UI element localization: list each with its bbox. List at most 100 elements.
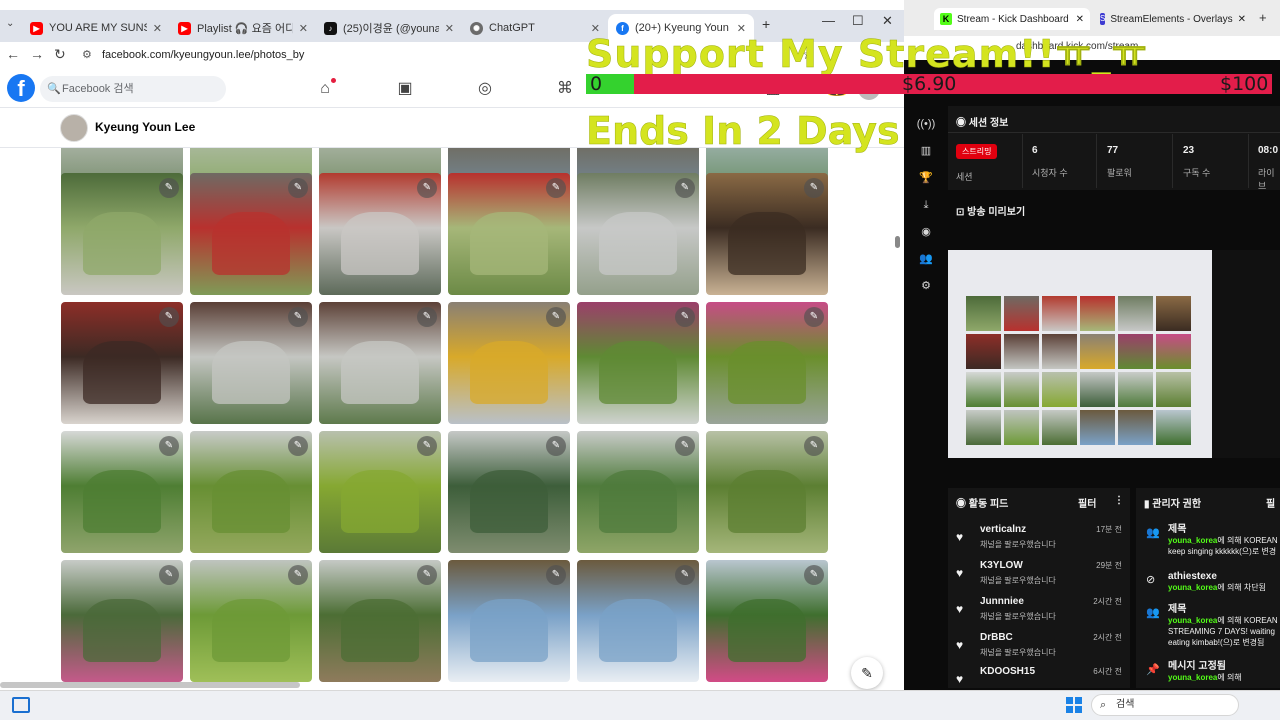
activity-item[interactable]: ♥ Junnniee 채널을 팔로우했습니다 2시간 전 bbox=[956, 596, 1126, 630]
edit-photo-icon[interactable]: ✎ bbox=[804, 307, 824, 327]
activity-filter-button[interactable]: 필터 bbox=[1078, 495, 1096, 510]
photo-tile[interactable]: ✎ bbox=[577, 560, 699, 682]
photo-tile[interactable]: ✎ bbox=[190, 560, 312, 682]
edit-photo-icon[interactable]: ✎ bbox=[159, 307, 179, 327]
analytics-icon[interactable]: ▥ bbox=[914, 139, 938, 163]
heart-icon: ♥ bbox=[956, 530, 964, 544]
photo-tile[interactable]: ✎ bbox=[448, 173, 570, 295]
start-square bbox=[1075, 697, 1082, 704]
tab-tiktok[interactable]: ♪ (25)이경윤 (@youna_korea ✕ bbox=[316, 14, 462, 42]
preview-thumbnail bbox=[1118, 334, 1153, 369]
tab-list-chevron-icon[interactable]: ⌄ bbox=[6, 18, 14, 29]
follower-name: Junnniee bbox=[980, 596, 1024, 607]
trophy-icon[interactable]: 🏆 bbox=[914, 166, 938, 190]
activity-item[interactable]: ♥ DrBBC 채널을 팔로우했습니다 2시간 전 bbox=[956, 632, 1126, 666]
vertical-scrollbar[interactable] bbox=[895, 236, 900, 248]
settings-icon[interactable]: ⚙ bbox=[914, 274, 938, 298]
new-tab-button[interactable]: + bbox=[1259, 10, 1267, 25]
edit-photo-icon[interactable]: ✎ bbox=[546, 178, 566, 198]
photo-tile[interactable]: ✎ bbox=[706, 560, 828, 682]
photo-tile[interactable]: ✎ bbox=[706, 173, 828, 295]
photo-tile[interactable]: ✎ bbox=[61, 560, 183, 682]
forward-icon[interactable]: → bbox=[30, 46, 44, 62]
task-view-icon[interactable] bbox=[12, 697, 30, 713]
edit-photo-icon[interactable]: ✎ bbox=[675, 178, 695, 198]
activity-item[interactable]: ♥ verticalnz 채널을 팔로우했습니다 17분 전 bbox=[956, 524, 1126, 558]
profile-avatar[interactable] bbox=[60, 114, 88, 142]
edit-photo-icon[interactable]: ✎ bbox=[675, 436, 695, 456]
new-message-button[interactable]: ✎ bbox=[851, 657, 883, 689]
windows-start-icon[interactable] bbox=[1066, 697, 1082, 713]
edit-photo-icon[interactable]: ✎ bbox=[417, 565, 437, 585]
tab-youtube-sunshine[interactable]: ▶ YOU ARE MY SUNSHINE K ✕ bbox=[22, 14, 170, 42]
photo-tile[interactable]: ✎ bbox=[706, 302, 828, 424]
camera-icon[interactable]: ◉ bbox=[914, 220, 938, 244]
photo-tile[interactable]: ✎ bbox=[61, 173, 183, 295]
photo-tile[interactable]: ✎ bbox=[319, 431, 441, 553]
activity-item[interactable]: ♥ K3YLOW 채널을 팔로우했습니다 29분 전 bbox=[956, 560, 1126, 594]
photo-tile[interactable]: ✎ bbox=[319, 173, 441, 295]
photo-tile[interactable]: ✎ bbox=[190, 302, 312, 424]
photo-tile[interactable]: ✎ bbox=[190, 173, 312, 295]
edit-photo-icon[interactable]: ✎ bbox=[417, 178, 437, 198]
back-icon[interactable]: ← bbox=[6, 46, 20, 62]
mod-filter-button[interactable]: 필 bbox=[1266, 495, 1275, 510]
reload-icon[interactable]: ↻ bbox=[54, 46, 66, 63]
edit-photo-icon[interactable]: ✎ bbox=[546, 436, 566, 456]
edit-photo-icon[interactable]: ✎ bbox=[159, 178, 179, 198]
edit-photo-icon[interactable]: ✎ bbox=[417, 307, 437, 327]
edit-photo-icon[interactable]: ✎ bbox=[288, 436, 308, 456]
tab-youtube-playlist[interactable]: ▶ Playlist 🎧 요즘 어디서 ✕ bbox=[170, 14, 316, 42]
photo-tile[interactable]: ✎ bbox=[448, 431, 570, 553]
photo-tile[interactable]: ✎ bbox=[319, 560, 441, 682]
close-tab-icon[interactable]: ✕ bbox=[153, 22, 162, 35]
photo-tile[interactable]: ✎ bbox=[577, 302, 699, 424]
groups-icon[interactable]: ◎ bbox=[474, 78, 496, 100]
edit-photo-icon[interactable]: ✎ bbox=[288, 178, 308, 198]
taskbar-search[interactable]: ⌕ 검색 bbox=[1091, 694, 1239, 716]
preview-thumbnail bbox=[1156, 372, 1191, 407]
photo-grid: ✎ ✎ ✎ ✎ ✎ ✎ ✎ ✎ ✎ ✎ ✎ ✎ ✎ ✎ ✎ ✎ ✎ ✎ ✎ ✎ ✎ ✎ ✎ ✎ bbox=[50, 148, 840, 688]
edit-photo-icon[interactable]: ✎ bbox=[804, 565, 824, 585]
photo-tile[interactable]: ✎ bbox=[448, 302, 570, 424]
edit-photo-icon[interactable]: ✎ bbox=[417, 436, 437, 456]
photo-tile[interactable]: ✎ bbox=[190, 431, 312, 553]
profile-name[interactable]: Kyeung Youn Lee bbox=[95, 120, 195, 134]
stream-preview[interactable] bbox=[948, 250, 1280, 458]
photo-tile[interactable]: ✎ bbox=[61, 431, 183, 553]
photo-tile[interactable]: ✎ bbox=[448, 560, 570, 682]
divider bbox=[1172, 134, 1173, 188]
gaming-icon[interactable]: ⌘ bbox=[554, 78, 576, 100]
edit-photo-icon[interactable]: ✎ bbox=[804, 436, 824, 456]
edit-photo-icon[interactable]: ✎ bbox=[288, 307, 308, 327]
users-icon[interactable]: 👥 bbox=[914, 247, 938, 271]
photo-content bbox=[598, 341, 678, 405]
video-icon[interactable]: ▣ bbox=[394, 78, 416, 100]
activity-more-icon[interactable]: ⋮ bbox=[1114, 495, 1124, 506]
edit-photo-icon[interactable]: ✎ bbox=[159, 436, 179, 456]
edit-photo-icon[interactable]: ✎ bbox=[546, 307, 566, 327]
edit-photo-icon[interactable]: ✎ bbox=[675, 565, 695, 585]
photo-tile[interactable]: ✎ bbox=[319, 302, 441, 424]
close-tab-icon[interactable]: ✕ bbox=[1238, 14, 1246, 25]
edit-photo-icon[interactable]: ✎ bbox=[804, 178, 824, 198]
edit-photo-icon[interactable]: ✎ bbox=[288, 565, 308, 585]
horizontal-scrollbar[interactable] bbox=[0, 682, 300, 688]
photo-tile[interactable]: ✎ bbox=[61, 302, 183, 424]
close-tab-icon[interactable]: ✕ bbox=[299, 22, 308, 35]
photo-tile[interactable]: ✎ bbox=[577, 431, 699, 553]
photo-content bbox=[340, 341, 420, 405]
facebook-search-input[interactable]: 🔍 Facebook 검색 bbox=[40, 76, 226, 102]
edit-photo-icon[interactable]: ✎ bbox=[675, 307, 695, 327]
edit-photo-icon[interactable]: ✎ bbox=[159, 565, 179, 585]
site-info-icon[interactable]: ⚙ bbox=[82, 45, 92, 65]
facebook-logo[interactable]: f bbox=[7, 74, 35, 102]
edit-photo-icon[interactable]: ✎ bbox=[546, 565, 566, 585]
follow-time: 17분 전 bbox=[1096, 525, 1122, 534]
photo-tile[interactable]: ✎ bbox=[577, 173, 699, 295]
broadcast-icon[interactable]: ((•)) bbox=[914, 112, 938, 136]
search-icon: ⌕ bbox=[1100, 699, 1107, 711]
close-tab-icon[interactable]: ✕ bbox=[445, 22, 454, 35]
download-icon[interactable]: ⤓ bbox=[914, 193, 938, 217]
photo-tile[interactable]: ✎ bbox=[706, 431, 828, 553]
